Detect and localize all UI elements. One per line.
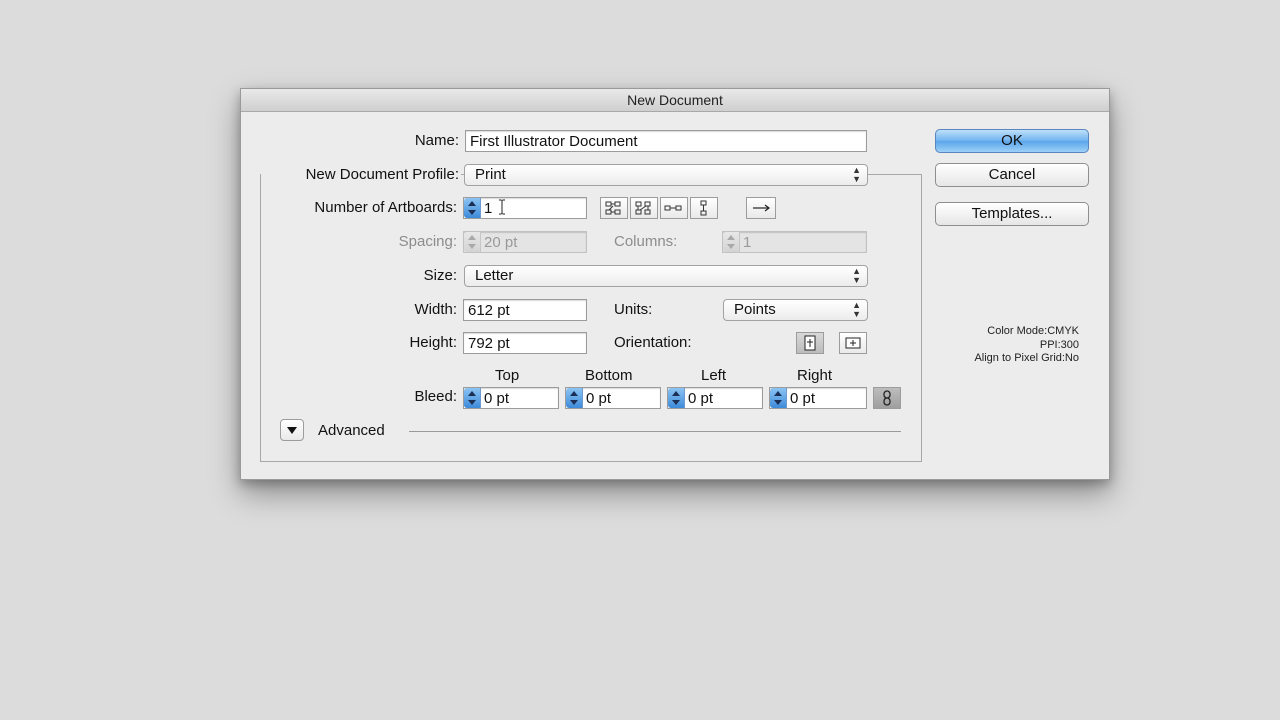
bleed-bottom-stepper-icon[interactable] [566,388,583,408]
width-label: Width: [414,301,457,318]
text-cursor-icon [498,199,506,215]
size-select[interactable]: Letter ▲ ▼ [464,265,868,287]
advanced-label: Advanced [318,422,385,439]
bleed-left-value: 0 pt [688,390,714,407]
select-arrows-icon: ▲ ▼ [852,165,861,184]
bleed-top-label: Top [495,367,520,384]
layout-direction-icon[interactable] [746,197,776,219]
profile-label: New Document Profile: [261,166,461,183]
columns-value: 1 [743,234,752,251]
select-arrows-icon: ▲ ▼ [852,266,861,285]
orientation-label: Orientation: [614,334,692,351]
width-field[interactable]: 612 pt [463,299,587,321]
arrange-by-column-icon[interactable] [690,197,718,219]
name-field[interactable]: First Illustrator Document [465,130,867,152]
size-value: Letter [475,267,514,284]
bleed-bottom-value: 0 pt [586,390,612,407]
profile-value: Print [475,166,506,183]
new-document-dialog: New Document Name: First Illustrator Doc… [240,88,1110,480]
dialog-title: New Document [241,89,1109,112]
spacing-label: Spacing: [398,233,457,250]
bleed-bottom-field[interactable]: 0 pt [565,387,661,409]
artboards-stepper-icon[interactable] [464,198,481,218]
height-label: Height: [409,334,457,351]
bleed-label: Bleed: [414,388,457,405]
portrait-orientation-icon[interactable] [796,332,824,354]
bleed-top-value: 0 pt [484,390,510,407]
artboards-field[interactable]: 1 [463,197,587,219]
cancel-button[interactable]: Cancel [935,163,1089,187]
advanced-divider [409,431,901,432]
name-label: Name: [414,132,459,149]
columns-field: 1 [722,231,867,253]
ok-button[interactable]: OK [935,129,1089,153]
spacing-stepper-icon [464,232,481,252]
spacing-value: 20 pt [484,234,518,251]
pixel-grid-text: Align to Pixel Grid:No [974,352,1079,364]
color-mode-text: Color Mode:CMYK [987,325,1079,337]
units-select[interactable]: Points ▲ ▼ [723,299,868,321]
height-field[interactable]: 792 pt [463,332,587,354]
link-bleed-icon[interactable] [873,387,901,409]
bleed-top-field[interactable]: 0 pt [463,387,559,409]
bleed-bottom-label: Bottom [585,367,633,384]
units-label: Units: [614,301,653,318]
document-info: Color Mode:CMYK PPI:300 Align to Pixel G… [921,325,1079,366]
units-value: Points [734,301,776,318]
bleed-left-label: Left [701,367,727,384]
columns-label: Columns: [614,233,678,250]
templates-button[interactable]: Templates... [935,202,1089,226]
select-arrows-icon: ▲ ▼ [852,300,861,319]
advanced-disclosure-icon[interactable] [280,419,304,441]
bleed-right-value: 0 pt [790,390,816,407]
landscape-orientation-icon[interactable] [839,332,867,354]
ppi-text: PPI:300 [1039,338,1079,351]
bleed-right-label: Right [797,367,833,384]
bleed-left-stepper-icon[interactable] [668,388,685,408]
columns-stepper-icon [723,232,740,252]
artboards-value: 1 [484,200,493,217]
arrange-by-row-icon[interactable] [660,197,688,219]
grid-by-row-icon[interactable] [600,197,628,219]
size-label: Size: [423,267,457,284]
bleed-left-field[interactable]: 0 pt [667,387,763,409]
grid-by-column-icon[interactable] [630,197,658,219]
bleed-top-stepper-icon[interactable] [464,388,481,408]
profile-select[interactable]: Print ▲ ▼ [464,164,868,186]
bleed-right-field[interactable]: 0 pt [769,387,867,409]
spacing-field: 20 pt [463,231,587,253]
bleed-right-stepper-icon[interactable] [770,388,787,408]
artboards-label: Number of Artboards: [314,199,457,216]
